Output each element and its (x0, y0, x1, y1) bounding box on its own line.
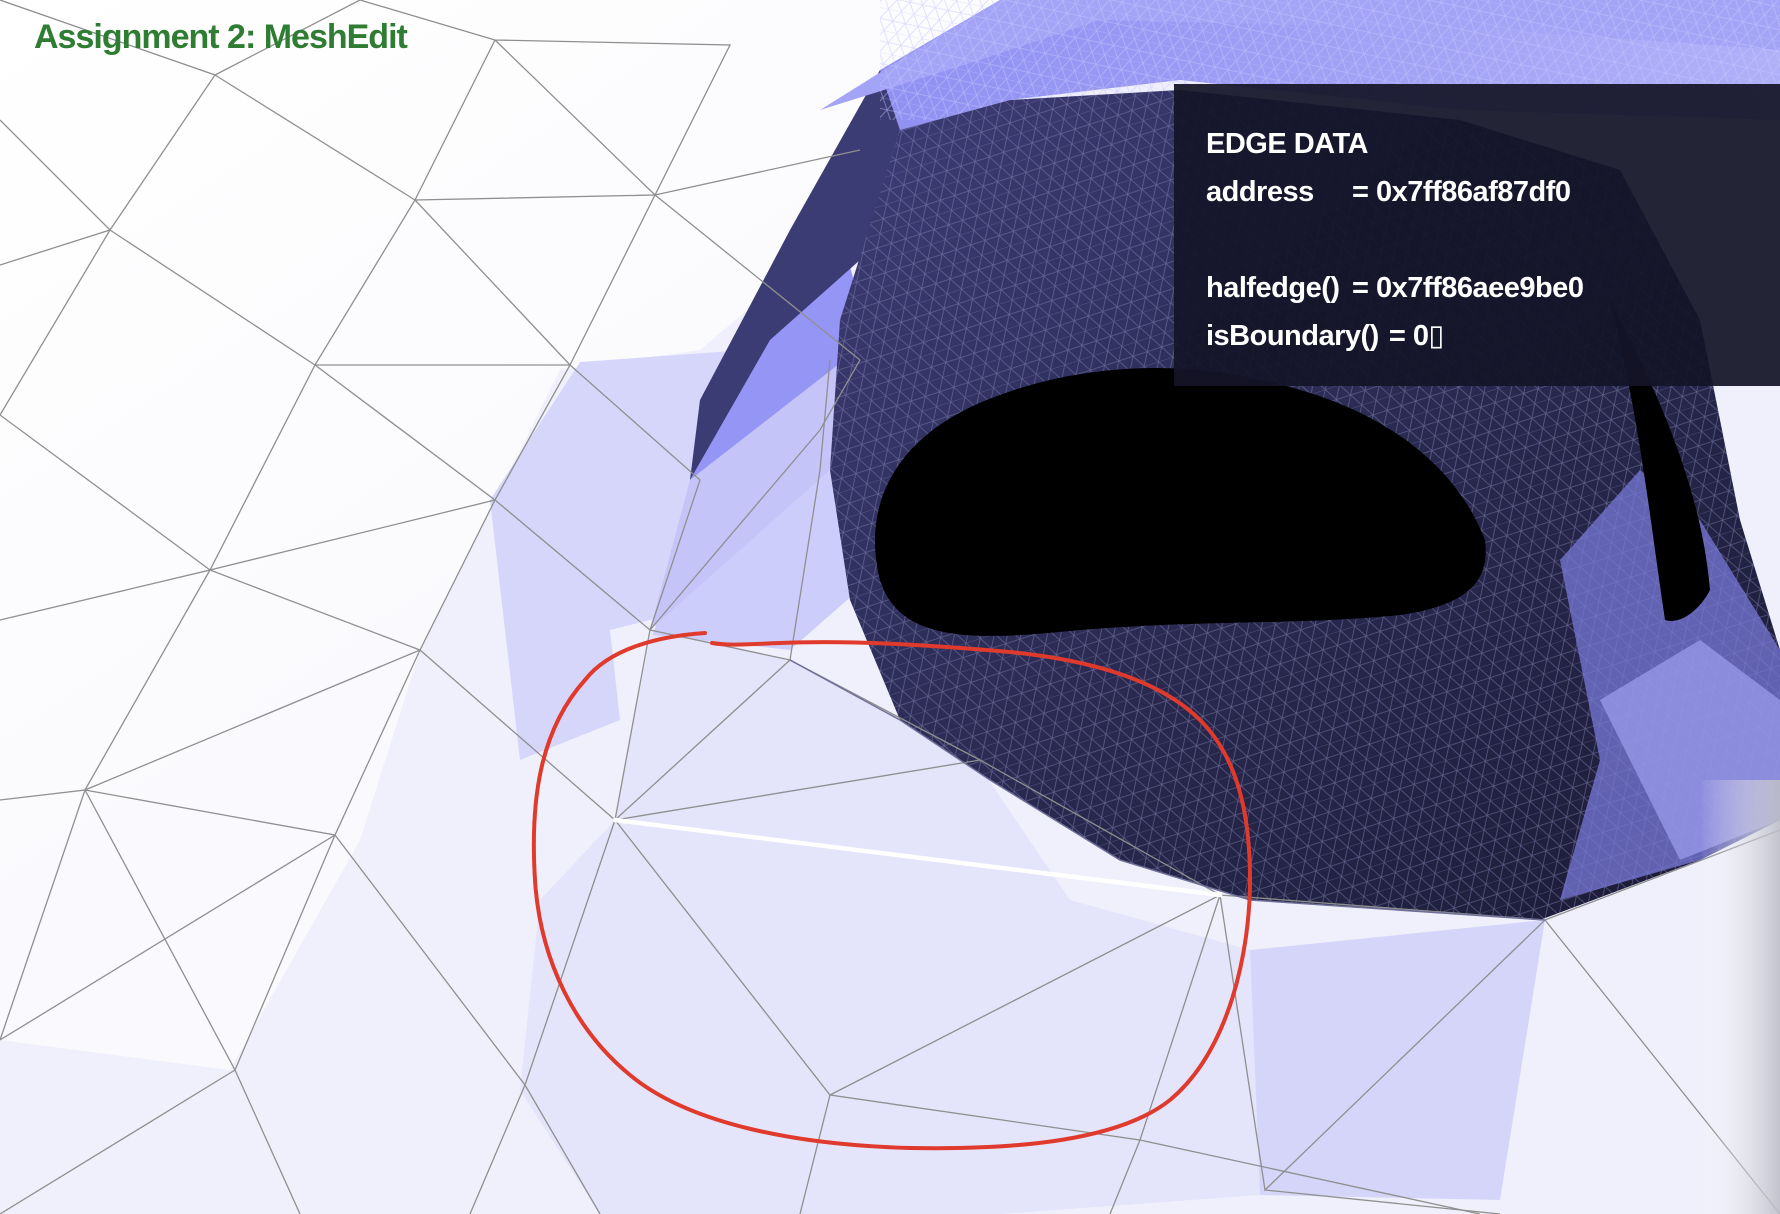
info-value-address: 0x7ff86af87df0 (1376, 176, 1571, 208)
info-sep-address: = (1352, 176, 1376, 208)
info-row-isboundary: isBoundary() = 0▯ (1206, 312, 1780, 360)
info-key-halfedge: halfedge() (1206, 272, 1340, 304)
info-row-address: address = 0x7ff86af87df0 (1206, 168, 1780, 216)
info-value-isboundary: 0▯ (1412, 320, 1445, 352)
mesh-viewport[interactable]: Assignment 2: MeshEdit EDGE DATA address… (0, 0, 1780, 1214)
info-key-isboundary: isBoundary() (1206, 320, 1379, 352)
app-title: Assignment 2: MeshEdit (34, 18, 408, 56)
info-value-halfedge: 0x7ff86aee9be0 (1376, 272, 1584, 304)
info-panel-heading: EDGE DATA (1206, 128, 1368, 160)
info-sep-isboundary: = (1388, 320, 1413, 352)
info-key-address: address (1206, 176, 1314, 208)
info-row-halfedge: halfedge() = 0x7ff86aee9be0 (1206, 264, 1780, 312)
edge-shading (1700, 780, 1780, 1214)
edge-info-panel: EDGE DATA address = 0x7ff86af87df0 halfed… (1174, 84, 1780, 386)
info-sep-halfedge: = (1352, 272, 1376, 304)
